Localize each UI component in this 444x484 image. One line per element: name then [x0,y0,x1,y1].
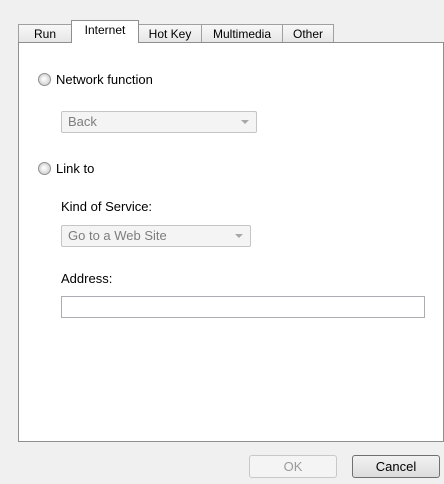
link-to-radio[interactable] [38,162,51,175]
dialog: Run Internet Hot Key Multimedia Other Ne… [0,0,444,484]
tab-hot-key[interactable]: Hot Key [138,24,202,42]
link-to-option[interactable]: Link to [38,161,94,176]
network-function-label: Network function [56,72,153,87]
chevron-down-icon [235,234,243,238]
kind-of-service-combo[interactable]: Go to a Web Site [61,225,251,247]
network-function-combo[interactable]: Back [61,111,257,133]
tab-multimedia[interactable]: Multimedia [201,24,283,42]
kind-of-service-label: Kind of Service: [61,199,153,214]
address-input[interactable] [61,296,425,318]
tab-run[interactable]: Run [18,24,72,42]
tab-other[interactable]: Other [282,24,334,42]
tab-internet[interactable]: Internet [71,20,139,43]
link-to-label: Link to [56,161,95,176]
network-function-combo-value: Back [68,114,97,129]
kind-of-service-combo-value: Go to a Web Site [68,228,167,243]
address-label: Address: [61,271,113,286]
ok-button[interactable]: OK [249,455,337,478]
tab-panel-internet: Network function Back Link to Kind of Se… [18,42,444,442]
network-function-option[interactable]: Network function [38,72,153,87]
cancel-button[interactable]: Cancel [352,455,440,478]
chevron-down-icon [241,120,249,124]
network-function-radio[interactable] [38,73,51,86]
